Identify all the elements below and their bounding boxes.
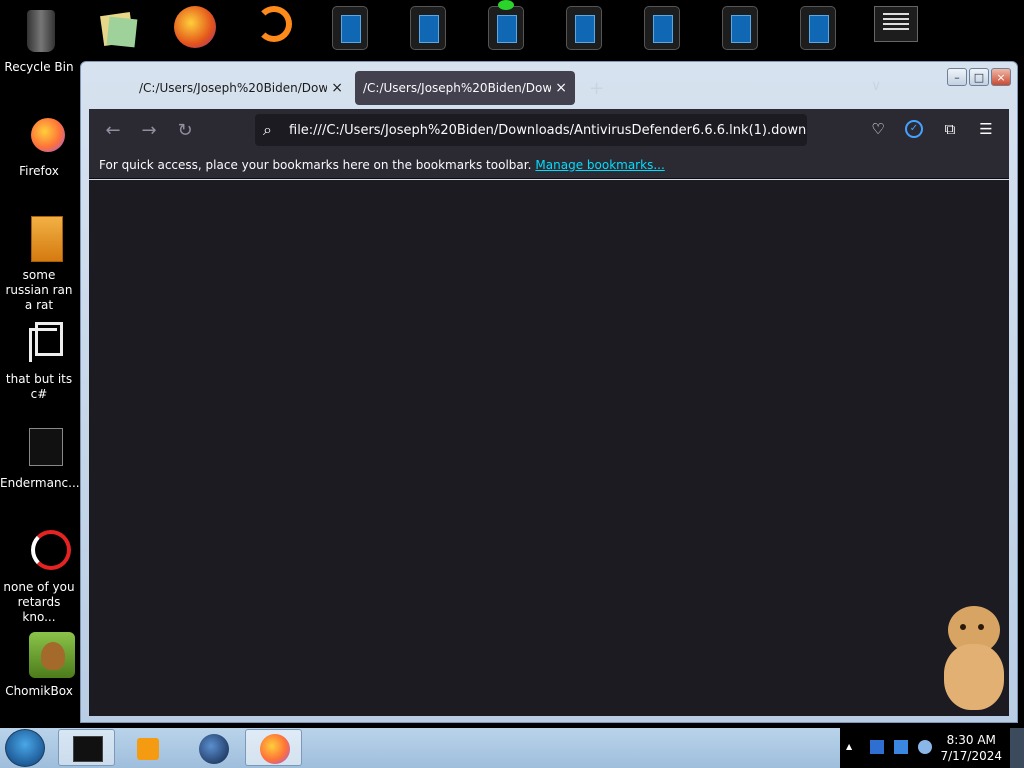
taskbar: ▲ 8:30 AM 7/17/2024 [0, 728, 1024, 768]
tab-close-icon[interactable]: × [555, 80, 567, 96]
tab-title: /C:/Users/Joseph%20Biden/Downlo [139, 81, 328, 95]
taskbar-globe[interactable] [184, 729, 241, 766]
phone-dock-icon-2[interactable] [410, 6, 450, 52]
account-icon[interactable]: ✓ [905, 120, 923, 138]
toolbar-icons: ♡ ✓ ⧉ ☰ [869, 120, 995, 138]
clock[interactable]: 8:30 AM 7/17/2024 [940, 732, 1002, 764]
start-button[interactable] [5, 729, 45, 767]
orange-dock-icon[interactable] [256, 6, 296, 52]
browser-dock-icon[interactable] [174, 6, 216, 52]
firefox-shortcut[interactable]: Firefox [0, 112, 78, 179]
taskbar-firefox[interactable] [245, 729, 302, 766]
tab-strip: /C:/Users/Joseph%20Biden/Downlo × /C:/Us… [89, 68, 989, 108]
clock-date: 7/17/2024 [940, 749, 1002, 763]
manage-bookmarks-link[interactable]: Manage bookmarks... [535, 158, 664, 172]
forward-button[interactable]: → [131, 120, 167, 141]
hamster-image [944, 606, 1004, 710]
files-dock-icon[interactable] [98, 6, 138, 52]
url-input[interactable] [289, 122, 807, 138]
desktop-icon-label: Firefox [19, 164, 59, 178]
chomikbox-icon [15, 632, 75, 680]
java-file-icon [15, 216, 63, 264]
new-tab-button[interactable]: + [589, 78, 604, 99]
top-dock [0, 0, 1024, 58]
list-all-tabs-icon[interactable]: ∨ [871, 78, 881, 94]
search-icon: ⌕ [263, 120, 272, 139]
phone-dock-icon-5[interactable] [644, 6, 684, 52]
endermanch-shortcut[interactable]: Endermanc... [0, 424, 80, 491]
back-button[interactable]: ← [95, 120, 131, 141]
reload-button[interactable]: ↻ [167, 120, 203, 141]
recycle-bin-shortcut[interactable]: Recycle Bin [0, 8, 78, 75]
tab-title: /C:/Users/Joseph%20Biden/Downlo [363, 81, 552, 95]
tab-active[interactable]: /C:/Users/Joseph%20Biden/Downlo × [355, 71, 575, 105]
tray-app-icon[interactable] [870, 740, 884, 754]
retards-shortcut[interactable]: none of you retards kno... [0, 528, 78, 625]
tray-volume-icon[interactable] [918, 740, 932, 754]
phone-dock-icon-6[interactable] [722, 6, 762, 52]
recycle-bin-icon [15, 8, 63, 56]
taskbar-media-player[interactable] [118, 729, 175, 766]
nav-toolbar: ← → ↻ ⌕ ♡ ✓ ⧉ ☰ [89, 109, 1009, 151]
chomikbox-shortcut[interactable]: ChomikBox [0, 632, 78, 699]
csharp-shortcut[interactable]: that but its c# [0, 320, 78, 402]
tray-network-icon[interactable] [894, 740, 908, 754]
firefox-icon [15, 112, 65, 160]
rat-shortcut[interactable]: some russian ran a rat [0, 216, 78, 313]
pocket-icon[interactable]: ♡ [869, 120, 887, 138]
taskbar-terminal[interactable] [58, 729, 115, 766]
show-desktop-button[interactable] [1010, 728, 1024, 768]
red-browser-icon [15, 528, 71, 576]
desktop-icon-label: some russian ran a rat [5, 268, 73, 312]
phone-dock-icon-3[interactable] [488, 0, 528, 52]
browser-window: – □ × /C:/Users/Joseph%20Biden/Downlo × … [80, 61, 1018, 723]
menu-icon[interactable]: ☰ [977, 120, 995, 138]
tab-inactive[interactable]: /C:/Users/Joseph%20Biden/Downlo × [131, 71, 351, 105]
desktop-icon-label: Recycle Bin [4, 60, 74, 74]
tab-close-icon[interactable]: × [331, 80, 343, 96]
clock-time: 8:30 AM [946, 733, 996, 747]
desktop-icon-label: none of you retards kno... [3, 580, 75, 624]
bookmarks-hint-text: For quick access, place your bookmarks h… [99, 157, 532, 172]
document-icon [15, 424, 63, 472]
desktop-icon-label: ChomikBox [5, 684, 73, 698]
file-stack-icon [15, 320, 63, 368]
page-content [89, 180, 1009, 716]
tray-overflow-arrow[interactable]: ▲ [846, 742, 852, 751]
phone-dock-icon-1[interactable] [332, 6, 372, 52]
list-dock-icon[interactable] [874, 6, 918, 52]
extensions-icon[interactable]: ⧉ [941, 120, 959, 138]
phone-dock-icon-7[interactable] [800, 6, 840, 52]
phone-dock-icon-4[interactable] [566, 6, 606, 52]
desktop-icon-label: Endermanc... [0, 476, 80, 490]
desktop-icon-label: that but its c# [5, 372, 73, 401]
system-tray: ▲ 8:30 AM 7/17/2024 [840, 728, 1024, 768]
url-bar[interactable]: ⌕ [255, 114, 807, 146]
close-window-button[interactable]: × [991, 68, 1011, 86]
bookmarks-toolbar: For quick access, place your bookmarks h… [89, 151, 1009, 179]
